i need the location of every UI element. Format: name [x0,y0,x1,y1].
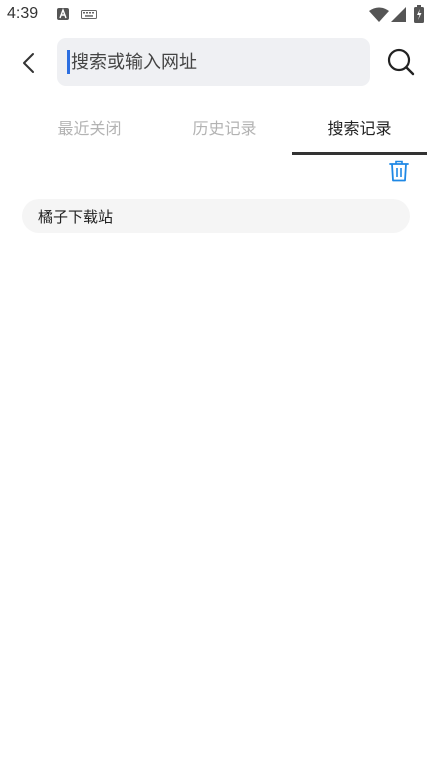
search-icon [387,48,415,76]
search-button[interactable] [383,44,419,80]
tab-active-indicator [292,152,427,155]
trash-icon [389,160,409,182]
tab-label: 搜索记录 [327,119,392,138]
tab-label: 历史记录 [192,119,257,138]
back-button[interactable] [12,46,46,80]
status-time: 4:39 [7,5,39,22]
a-badge-icon [57,8,69,20]
chevron-left-icon [23,53,34,73]
battery-icon [414,5,424,23]
list-item[interactable]: 橘子下载站 [22,199,410,233]
wifi-icon [369,7,389,22]
tab-label: 最近关闭 [57,119,122,138]
search-history-list: 橘子下载站 [22,199,410,233]
keyboard-icon [81,10,97,19]
tab-recently-closed[interactable]: 最近关闭 [22,115,157,165]
tab-history[interactable]: 历史记录 [157,115,292,165]
history-item-label: 橘子下载站 [38,207,114,226]
search-field[interactable] [57,38,370,86]
search-input[interactable] [71,47,370,77]
clear-history-button[interactable] [387,159,411,183]
tab-search-history[interactable]: 搜索记录 [292,115,427,165]
text-cursor [67,50,70,74]
status-bar: 4:39 [0,0,432,28]
tab-bar: 最近关闭 历史记录 搜索记录 [0,104,432,155]
cell-signal-icon [391,7,406,22]
